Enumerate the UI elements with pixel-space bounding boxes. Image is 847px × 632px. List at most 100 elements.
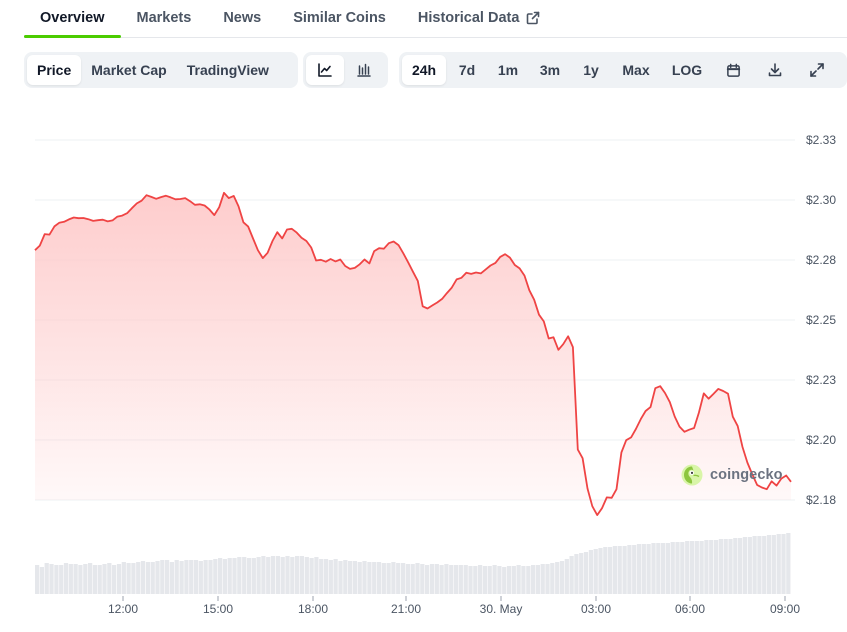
volume-bar	[208, 560, 213, 594]
volume-bar	[290, 557, 295, 594]
volume-bar	[776, 534, 781, 594]
volume-bar	[458, 565, 463, 594]
volume-bar	[78, 565, 83, 594]
volume-bar	[63, 563, 69, 594]
volume-bar	[362, 561, 367, 594]
volume-bar	[641, 544, 646, 594]
x-tick-label: 09:00	[770, 602, 800, 616]
volume-bar	[304, 557, 309, 594]
volume-bar	[184, 560, 189, 594]
volume-bar	[478, 565, 483, 594]
volume-bar	[718, 539, 724, 594]
volume-bar	[680, 542, 685, 594]
volume-bar	[150, 562, 155, 594]
volume-bar	[420, 564, 425, 594]
volume-bar	[531, 565, 536, 594]
volume-bar	[511, 566, 516, 594]
volume-bar	[136, 562, 141, 594]
volume-bar	[627, 545, 632, 594]
volume-bar	[275, 556, 281, 594]
volume-bar	[102, 564, 107, 594]
volume-bar	[564, 559, 569, 594]
volume-bar	[747, 537, 752, 594]
x-tick-label: 06:00	[675, 602, 705, 616]
volume-bar	[540, 564, 545, 594]
volume-bar	[781, 534, 786, 594]
volume-bar	[256, 557, 261, 594]
volume-bar	[169, 562, 175, 594]
volume-bar	[762, 536, 767, 594]
volume-bar	[661, 543, 666, 594]
x-tick-label: 30. May	[480, 602, 523, 616]
volume-bar	[786, 533, 791, 594]
volume-bar	[738, 538, 743, 594]
volume-bar	[160, 560, 165, 594]
volume-bar	[189, 560, 194, 594]
volume-bar	[766, 535, 772, 594]
volume-bar	[203, 560, 208, 594]
volume-bar	[521, 566, 526, 594]
volume-bar	[665, 543, 671, 594]
volume-bar	[651, 543, 656, 594]
volume-bar	[401, 563, 406, 594]
volume-bar	[59, 565, 64, 594]
y-tick-label: $2.20	[806, 433, 836, 447]
volume-bar	[714, 540, 719, 594]
volume-bar	[723, 539, 728, 594]
volume-bar	[270, 556, 276, 594]
volume-bar	[39, 567, 45, 594]
volume-bar	[497, 566, 502, 594]
volume-bar	[179, 561, 184, 594]
volume-bar	[319, 559, 324, 594]
volume-bar	[381, 563, 386, 594]
volume-bar	[463, 565, 468, 594]
volume-bar	[742, 537, 748, 594]
volume-bar	[68, 564, 73, 594]
volume-bar	[343, 560, 348, 594]
volume-bar	[444, 564, 449, 594]
volume-bar	[675, 542, 680, 594]
volume-bar	[97, 565, 102, 594]
volume-bar	[299, 556, 305, 594]
volume-bar	[434, 564, 439, 594]
x-tick-label: 12:00	[108, 602, 138, 616]
volume-bar	[583, 552, 589, 594]
volume-bar	[410, 564, 415, 594]
volume-bar	[35, 565, 40, 594]
volume-bar	[92, 565, 98, 594]
y-tick-label: $2.30	[806, 193, 836, 207]
volume-bar	[227, 558, 232, 594]
volume-bar	[704, 540, 709, 594]
volume-bar	[251, 558, 256, 594]
volume-bar	[752, 536, 757, 594]
price-chart[interactable]: $2.33 $2.30 $2.28 $2.25 $2.23 $2.20 $2.18 12:00…	[0, 0, 847, 632]
volume-bar	[396, 563, 401, 594]
y-tick-label: $2.23	[806, 373, 836, 387]
volume-bar	[145, 562, 151, 594]
volume-bar	[771, 535, 776, 594]
volume-bar	[126, 563, 131, 594]
volume-bar	[632, 545, 637, 594]
volume-bar	[473, 566, 478, 594]
volume-bar	[502, 567, 507, 594]
volume-bar	[506, 566, 512, 594]
volume-bar	[266, 557, 271, 594]
volume-bar	[617, 546, 622, 594]
volume-bar	[198, 561, 203, 594]
volume-bar	[295, 556, 300, 594]
volume-bar	[492, 565, 497, 594]
volume-bar	[174, 560, 179, 594]
volume-bar	[280, 557, 285, 594]
volume-bar	[622, 546, 627, 594]
volume-bar	[545, 564, 550, 594]
volume-bar	[261, 556, 266, 594]
volume-bar	[357, 562, 362, 594]
volume-bar	[733, 538, 738, 594]
volume-bar	[468, 566, 473, 594]
volume-bar	[535, 565, 541, 594]
volume-bar	[656, 543, 661, 594]
volume-bar	[218, 558, 223, 594]
price-area-fill	[35, 192, 791, 516]
volume-bar	[569, 556, 574, 594]
volume-bar	[579, 553, 584, 594]
